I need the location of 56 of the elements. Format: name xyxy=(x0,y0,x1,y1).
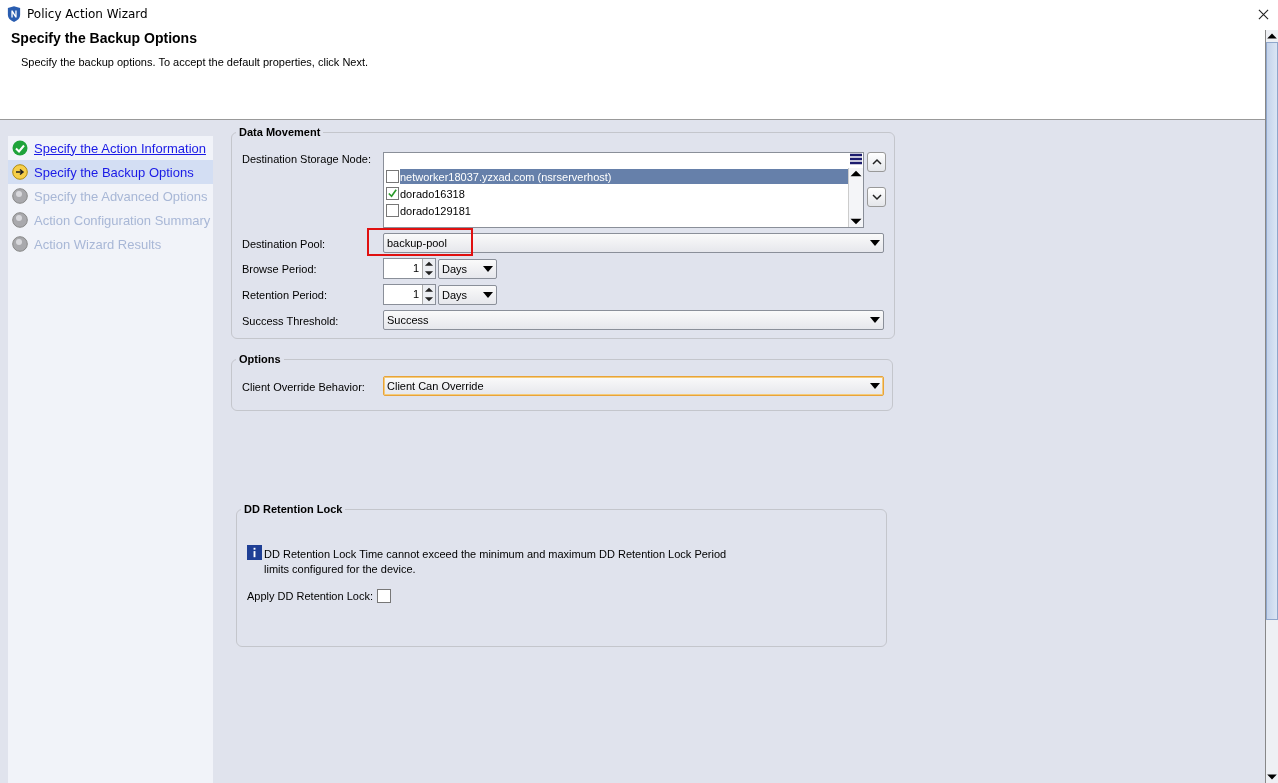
wizard-step[interactable]: Specify the Action Information xyxy=(8,136,213,160)
chevron-down-icon xyxy=(871,193,882,201)
dropdown-arrow-icon xyxy=(483,291,493,298)
arrow-circle-icon xyxy=(12,164,28,180)
circle-icon xyxy=(12,236,28,252)
unit-dropdown[interactable]: Days xyxy=(438,284,497,305)
scroll-up-icon[interactable] xyxy=(849,168,863,179)
move-up-button[interactable] xyxy=(867,152,886,172)
field-label: Success Threshold: xyxy=(242,313,340,327)
field-label: Destination Pool: xyxy=(242,236,327,250)
number-spinner[interactable]: 1 xyxy=(383,284,436,305)
list-scrollbar[interactable] xyxy=(848,168,863,227)
group-title: Data Movement xyxy=(238,126,322,138)
group-title: Options xyxy=(238,353,282,365)
checkbox[interactable] xyxy=(386,204,399,217)
unit-dropdown[interactable]: Days xyxy=(438,258,497,279)
move-down-button[interactable] xyxy=(867,187,886,207)
check-circle-icon xyxy=(12,140,28,156)
group-title: DD Retention Lock xyxy=(243,503,344,515)
field-label: Client Override Behavior: xyxy=(242,379,366,393)
checkbox[interactable] xyxy=(386,170,399,183)
storage-node-list[interactable]: networker18037.yzxad.com (nsrserverhost) dorado16318 dorado129181 xyxy=(383,152,864,228)
override-dropdown[interactable]: Client Can Override xyxy=(383,376,884,396)
chevron-up-icon xyxy=(871,158,882,166)
storage-node-item[interactable]: dorado129181 xyxy=(384,202,848,219)
window-title: Policy Action Wizard xyxy=(27,7,149,21)
scroll-thumb[interactable] xyxy=(1266,42,1278,620)
field-label: Browse Period: xyxy=(242,262,318,275)
dropdown-arrow-icon xyxy=(870,317,880,323)
spinner-arrows-icon[interactable] xyxy=(423,285,435,304)
info-icon xyxy=(247,545,262,560)
dropdown-arrow-icon xyxy=(483,265,493,272)
pool-dropdown[interactable]: backup-pool xyxy=(383,233,884,253)
field-label: Apply DD Retention Lock: xyxy=(247,590,373,602)
page-scrollbar[interactable] xyxy=(1265,30,1278,783)
field-label: Destination Storage Node: xyxy=(242,152,373,165)
page-heading: Specify the Backup Options xyxy=(11,30,198,46)
circle-icon xyxy=(12,188,28,204)
circle-icon xyxy=(12,212,28,228)
checkbox[interactable] xyxy=(376,589,391,603)
close-icon[interactable] xyxy=(1258,8,1269,20)
number-spinner[interactable]: 1 xyxy=(383,258,436,279)
storage-node-item[interactable]: dorado16318 xyxy=(384,185,848,202)
checkbox[interactable] xyxy=(386,187,399,200)
spinner-arrows-icon[interactable] xyxy=(423,259,435,278)
dropdown-arrow-icon xyxy=(870,240,880,246)
threshold-dropdown[interactable]: Success xyxy=(383,310,884,330)
field-label: Retention Period: xyxy=(242,288,328,301)
dropdown-arrow-icon xyxy=(870,383,880,389)
checkmark-icon xyxy=(387,188,398,199)
menu-icon[interactable] xyxy=(849,153,863,167)
page-description: Specify the backup options. To accept the default properties, click Next. xyxy=(21,56,370,68)
info-message: DD Retention Lock Time cannot exceed the minimum and maximum DD Retention Lock Period limits configured for the device. xyxy=(264,547,728,577)
shield-logo-icon xyxy=(7,6,21,22)
wizard-step[interactable]: Specify the Backup Options xyxy=(8,160,213,184)
scroll-down-icon[interactable] xyxy=(849,216,863,227)
